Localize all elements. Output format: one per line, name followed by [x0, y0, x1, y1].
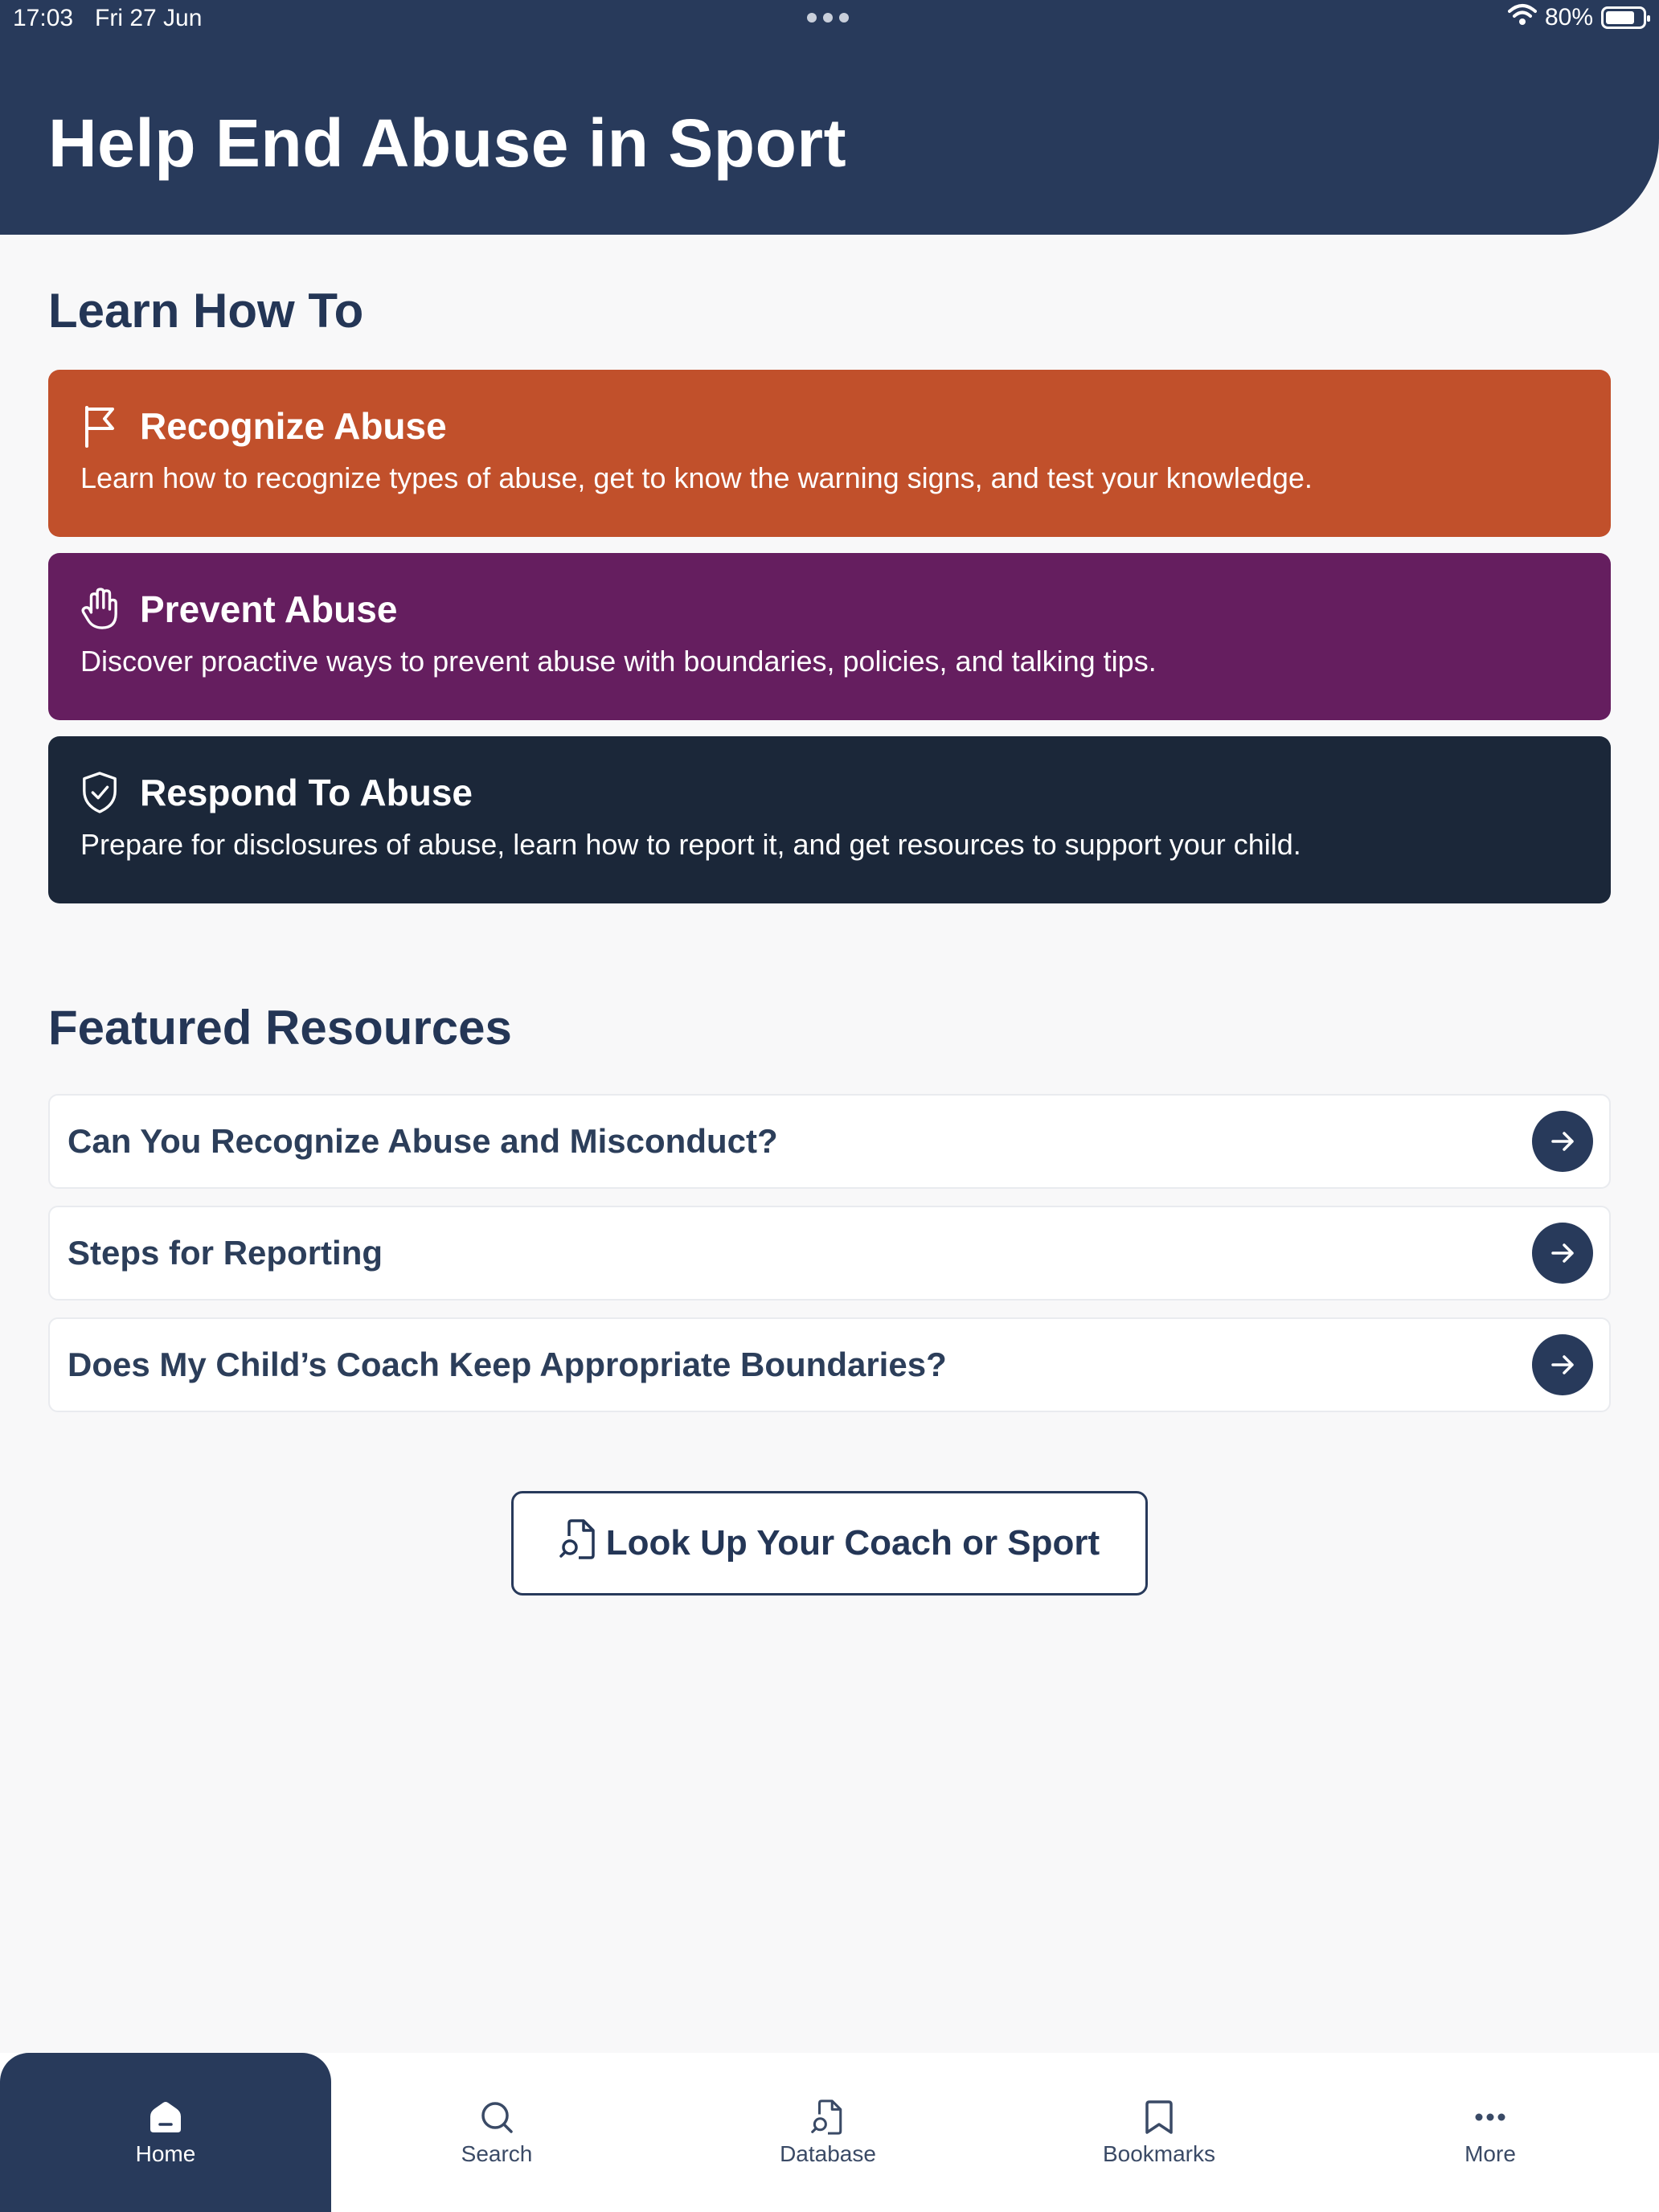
- nav-search[interactable]: Search: [331, 2053, 662, 2212]
- card-description: Discover proactive ways to prevent abuse…: [80, 645, 1157, 678]
- arrow-right-icon[interactable]: [1532, 1111, 1593, 1172]
- status-date: Fri 27 Jun: [95, 5, 203, 31]
- lookup-coach-button[interactable]: Look Up Your Coach or Sport: [511, 1491, 1148, 1596]
- resource-label: Does My Child’s Coach Keep Appropriate B…: [68, 1346, 947, 1383]
- resource-label: Steps for Reporting: [68, 1234, 383, 1272]
- nav-label: More: [1464, 2141, 1516, 2166]
- learn-section-title: Learn How To: [48, 284, 364, 338]
- resource-row-reporting[interactable]: Steps for Reporting: [48, 1206, 1611, 1301]
- battery-icon: [1601, 6, 1650, 29]
- shield-check-icon: [80, 770, 119, 815]
- arrow-right-icon[interactable]: [1532, 1223, 1593, 1284]
- resource-row-boundaries[interactable]: Does My Child’s Coach Keep Appropriate B…: [48, 1317, 1611, 1412]
- prevent-abuse-card[interactable]: Prevent Abuse Discover proactive ways to…: [48, 553, 1611, 720]
- app-header: 17:03 Fri 27 Jun 80% Help End Abuse in S…: [0, 0, 1659, 235]
- more-icon: [1471, 2098, 1509, 2136]
- app-screen: 17:03 Fri 27 Jun 80% Help End Abuse in S…: [0, 0, 1659, 2212]
- card-description: Learn how to recognize types of abuse, g…: [80, 461, 1313, 494]
- status-bar: 17:03 Fri 27 Jun 80%: [0, 0, 1659, 40]
- hand-icon: [80, 587, 119, 632]
- bottom-nav: Home Search Database Bookmarks More: [0, 2053, 1659, 2212]
- document-search-icon: [559, 1518, 598, 1569]
- flag-icon: [80, 403, 119, 449]
- nav-label: Bookmarks: [1102, 2141, 1216, 2166]
- lookup-button-label: Look Up Your Coach or Sport: [605, 1523, 1100, 1563]
- nav-more[interactable]: More: [1325, 2053, 1656, 2212]
- search-icon: [477, 2098, 516, 2136]
- nav-bookmarks[interactable]: Bookmarks: [993, 2053, 1325, 2212]
- page-title: Help End Abuse in Sport: [48, 105, 847, 181]
- card-title: Recognize Abuse: [140, 405, 447, 447]
- home-icon: [146, 2098, 185, 2136]
- nav-database[interactable]: Database: [662, 2053, 993, 2212]
- card-description: Prepare for disclosures of abuse, learn …: [80, 828, 1301, 861]
- status-right: 80%: [1507, 3, 1650, 32]
- document-search-icon: [809, 2098, 847, 2136]
- multitask-dots-icon[interactable]: [807, 13, 849, 23]
- nav-label: Home: [135, 2141, 196, 2166]
- resource-row-recognize[interactable]: Can You Recognize Abuse and Misconduct?: [48, 1094, 1611, 1189]
- featured-section-title: Featured Resources: [48, 1001, 512, 1055]
- bookmark-icon: [1140, 2098, 1178, 2136]
- battery-percent: 80%: [1544, 4, 1593, 31]
- resource-label: Can You Recognize Abuse and Misconduct?: [68, 1122, 778, 1160]
- arrow-right-icon[interactable]: [1532, 1334, 1593, 1395]
- respond-abuse-card[interactable]: Respond To Abuse Prepare for disclosures…: [48, 736, 1611, 903]
- card-title: Respond To Abuse: [140, 772, 473, 813]
- recognize-abuse-card[interactable]: Recognize Abuse Learn how to recognize t…: [48, 370, 1611, 537]
- nav-home[interactable]: Home: [0, 2053, 331, 2212]
- wifi-icon: [1507, 3, 1537, 32]
- nav-label: Database: [780, 2141, 876, 2166]
- nav-label: Search: [461, 2141, 533, 2166]
- status-time: 17:03: [13, 5, 74, 31]
- card-title: Prevent Abuse: [140, 588, 398, 630]
